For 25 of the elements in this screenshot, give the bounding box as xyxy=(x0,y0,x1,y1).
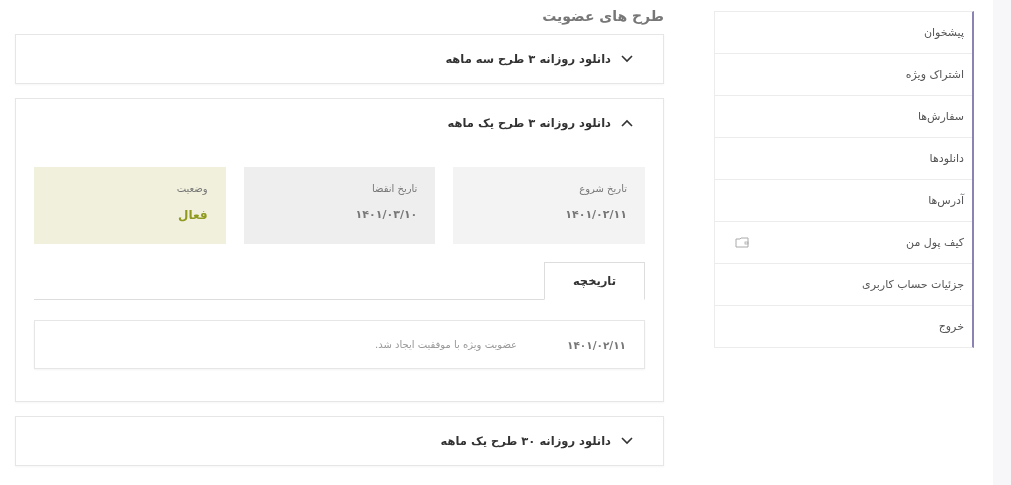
plan-header[interactable]: دانلود روزانه ۳۰ طرح یک ماهه xyxy=(16,417,663,465)
chevron-down-icon xyxy=(621,437,633,445)
card-value: ۱۴۰۱/۰۲/۱۱ xyxy=(565,208,627,221)
menu-item[interactable]: پیشخوان xyxy=(715,12,972,54)
wallet-icon xyxy=(735,237,750,248)
menu-item[interactable]: آدرس‌ها xyxy=(715,180,972,222)
page-title: طرح های عضویت xyxy=(542,8,664,24)
chevron-up-icon xyxy=(621,119,633,127)
chevron-down-icon xyxy=(621,55,633,63)
plan-header[interactable]: دانلود روزانه ۳ طرح سه ماهه xyxy=(16,35,663,83)
history-date: ۱۴۰۱/۰۲/۱۱ xyxy=(567,338,626,351)
history-message: عضویت ویژه با موفقیت ایجاد شد. xyxy=(375,339,518,350)
history-tab[interactable]: تاریخچه xyxy=(543,262,645,300)
menu-item[interactable]: خروج xyxy=(715,306,972,347)
card-label: تاریخ انقضا xyxy=(371,183,418,194)
menu-item[interactable]: جزئیات حساب کاربری xyxy=(715,264,972,306)
plan-header[interactable]: دانلود روزانه ۳ طرح یک ماهه xyxy=(16,99,663,147)
card-label: تاریخ شروع xyxy=(579,183,627,194)
card-value: ۱۴۰۱/۰۳/۱۰ xyxy=(355,208,418,221)
menu-item[interactable]: دانلودها xyxy=(715,138,972,180)
card-label: وضعیت xyxy=(176,183,208,194)
menu-item[interactable]: سفارش‌ها xyxy=(715,96,972,138)
menu-item[interactable]: کیف پول من xyxy=(715,222,972,264)
card-value: فعال xyxy=(178,208,208,222)
menu-item[interactable]: اشتراک ویژه xyxy=(715,54,972,96)
